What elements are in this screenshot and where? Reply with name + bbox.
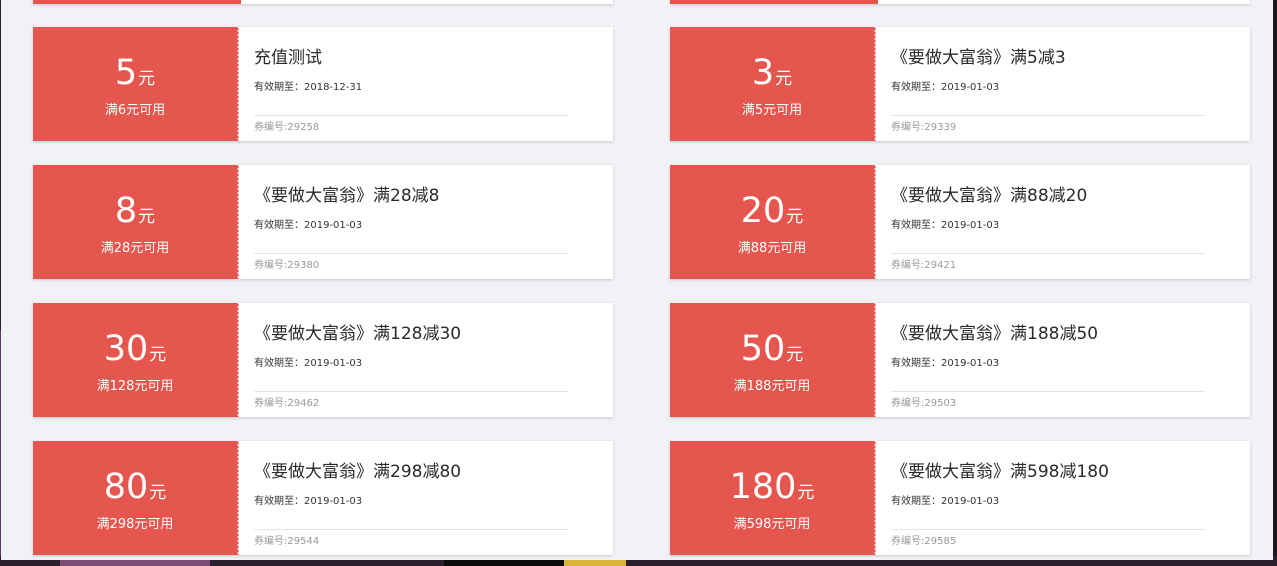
- coupon-amount-block: 30元 满128元可用: [33, 303, 242, 417]
- coupon-amount-block: [670, 0, 878, 4]
- coupon-amount-block: 180元 满598元可用: [670, 441, 879, 555]
- coupon-expiry: 有效期至：2019-01-03: [891, 496, 1000, 507]
- coupon-code: 券编号:29585: [891, 536, 957, 547]
- coupon-amount-unit: 元: [149, 345, 167, 365]
- coupon-title: 《要做大富翁》满88减20: [891, 186, 1088, 206]
- coupon-amount-block: 8元 满28元可用: [33, 165, 242, 279]
- coupon-title: 《要做大富翁》满5减3: [891, 48, 1066, 68]
- coupon-amount-block: 5元 满6元可用: [33, 27, 242, 141]
- coupon-condition: 满598元可用: [733, 517, 811, 532]
- coupon-amount-unit: 元: [138, 207, 156, 227]
- coupon-divider: [254, 529, 568, 530]
- coupon-amount-unit: 元: [775, 69, 793, 89]
- coupon-amount-value: 3: [751, 53, 775, 93]
- coupon-list-panel: 5元 满6元可用 充值测试 有效期至：2018-12-31 券编号:29258 …: [1, 0, 1273, 560]
- coupon-amount-value: 20: [740, 191, 786, 231]
- coupon-divider: [891, 115, 1205, 116]
- coupon-amount: 8元: [33, 191, 237, 237]
- coupon-code: 券编号:29503: [891, 398, 957, 409]
- coupon-code: 券编号:29258: [254, 122, 320, 133]
- coupon-expiry: 有效期至：2019-01-03: [891, 358, 1000, 369]
- coupon-card[interactable]: 3元 满5元可用 《要做大富翁》满5减3 有效期至：2019-01-03 券编号…: [670, 27, 1250, 141]
- coupon-card-partial[interactable]: [670, 0, 1250, 4]
- coupon-divider: [891, 391, 1205, 392]
- coupon-condition: 满128元可用: [96, 379, 174, 394]
- coupon-condition: 满28元可用: [100, 241, 170, 256]
- coupon-card-partial[interactable]: [33, 0, 613, 4]
- coupon-divider: [891, 529, 1205, 530]
- coupon-expiry: 有效期至：2019-01-03: [891, 82, 1000, 93]
- coupon-condition: 满88元可用: [737, 241, 807, 256]
- coupon-amount: 80元: [33, 467, 237, 513]
- coupon-amount: 3元: [670, 53, 874, 99]
- coupon-expiry: 有效期至：2019-01-03: [254, 358, 363, 369]
- coupon-code: 券编号:29380: [254, 260, 320, 271]
- coupon-amount-block: 80元 满298元可用: [33, 441, 242, 555]
- coupon-condition: 满5元可用: [741, 103, 803, 118]
- coupon-title: 《要做大富翁》满598减180: [891, 462, 1109, 482]
- coupon-amount-block: 20元 满88元可用: [670, 165, 879, 279]
- coupon-condition: 满6元可用: [104, 103, 166, 118]
- coupon-expiry: 有效期至：2019-01-03: [254, 220, 363, 231]
- coupon-title: 《要做大富翁》满188减50: [891, 324, 1099, 344]
- coupon-amount-block: 50元 满188元可用: [670, 303, 879, 417]
- coupon-amount-value: 8: [114, 191, 138, 231]
- coupon-code: 券编号:29421: [891, 260, 957, 271]
- coupon-card[interactable]: 180元 满598元可用 《要做大富翁》满598减180 有效期至：2019-0…: [670, 441, 1250, 555]
- coupon-title: 充值测试: [254, 48, 322, 68]
- coupon-amount-block: [33, 0, 241, 4]
- coupon-amount-value: 80: [103, 467, 149, 507]
- coupon-card[interactable]: 5元 满6元可用 充值测试 有效期至：2018-12-31 券编号:29258: [33, 27, 613, 141]
- coupon-amount-value: 50: [740, 329, 786, 369]
- coupon-amount-unit: 元: [786, 345, 804, 365]
- coupon-condition: 满188元可用: [733, 379, 811, 394]
- coupon-amount: 50元: [670, 329, 874, 375]
- coupon-amount-value: 30: [103, 329, 149, 369]
- coupon-amount: 30元: [33, 329, 237, 375]
- coupon-code: 券编号:29462: [254, 398, 320, 409]
- coupon-divider: [254, 253, 568, 254]
- coupon-title: 《要做大富翁》满128减30: [254, 324, 462, 344]
- coupon-divider: [254, 115, 568, 116]
- coupon-expiry: 有效期至：2018-12-31: [254, 82, 363, 93]
- coupon-card[interactable]: 30元 满128元可用 《要做大富翁》满128减30 有效期至：2019-01-…: [33, 303, 613, 417]
- coupon-title: 《要做大富翁》满298减80: [254, 462, 462, 482]
- coupon-amount: 5元: [33, 53, 237, 99]
- coupon-amount-unit: 元: [138, 69, 156, 89]
- coupon-code: 券编号:29339: [891, 122, 957, 133]
- coupon-title: 《要做大富翁》满28减8: [254, 186, 440, 206]
- coupon-amount-unit: 元: [797, 483, 815, 503]
- coupon-amount-value: 180: [729, 467, 797, 507]
- coupon-amount-value: 5: [114, 53, 138, 93]
- coupon-expiry: 有效期至：2019-01-03: [254, 496, 363, 507]
- coupon-card[interactable]: 20元 满88元可用 《要做大富翁》满88减20 有效期至：2019-01-03…: [670, 165, 1250, 279]
- coupon-card[interactable]: 80元 满298元可用 《要做大富翁》满298减80 有效期至：2019-01-…: [33, 441, 613, 555]
- coupon-amount: 20元: [670, 191, 874, 237]
- coupon-amount: 180元: [670, 467, 874, 513]
- coupon-condition: 满298元可用: [96, 517, 174, 532]
- coupon-expiry: 有效期至：2019-01-03: [891, 220, 1000, 231]
- coupon-amount-unit: 元: [786, 207, 804, 227]
- coupon-amount-block: 3元 满5元可用: [670, 27, 879, 141]
- coupon-card[interactable]: 50元 满188元可用 《要做大富翁》满188减50 有效期至：2019-01-…: [670, 303, 1250, 417]
- coupon-card[interactable]: 8元 满28元可用 《要做大富翁》满28减8 有效期至：2019-01-03 券…: [33, 165, 613, 279]
- coupon-divider: [891, 253, 1205, 254]
- coupon-divider: [254, 391, 568, 392]
- coupon-amount-unit: 元: [149, 483, 167, 503]
- coupon-code: 券编号:29544: [254, 536, 320, 547]
